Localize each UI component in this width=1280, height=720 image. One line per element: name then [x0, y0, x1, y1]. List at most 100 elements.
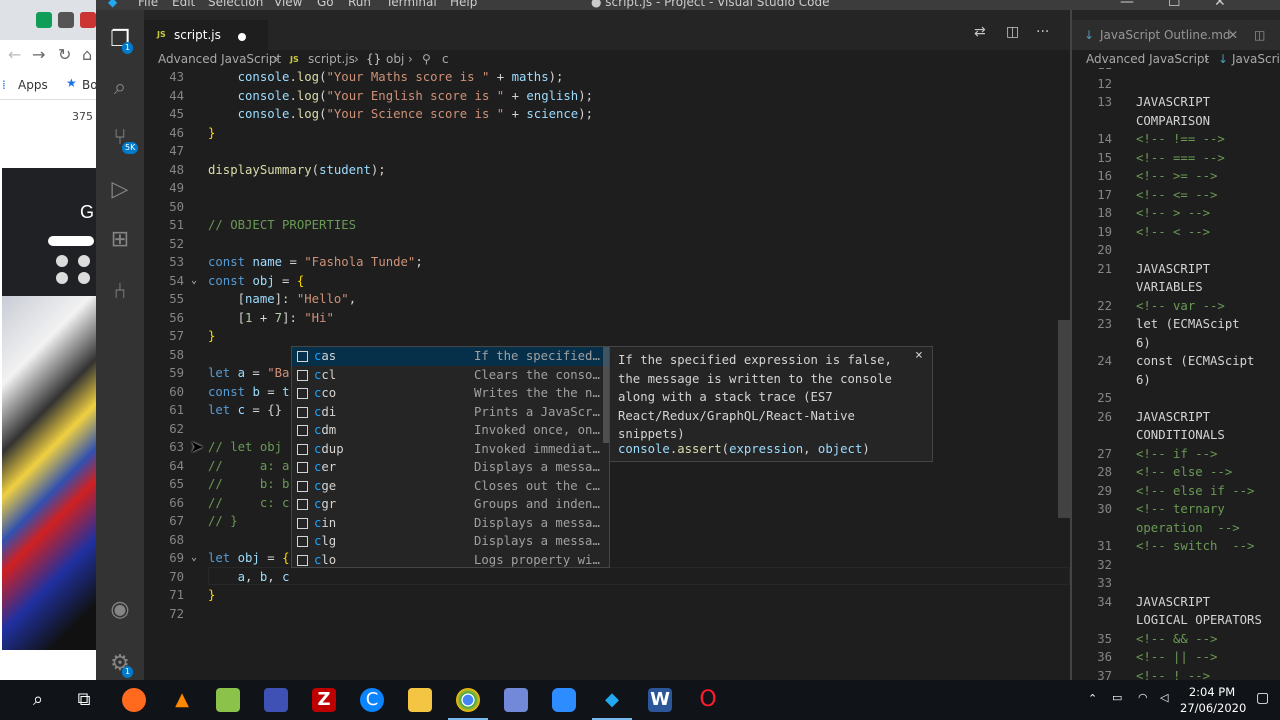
unsaved-indicator-icon[interactable] — [238, 33, 246, 41]
minimize-icon[interactable]: — — [1120, 0, 1134, 10]
code-line[interactable]: 56 [1 + 7]: "Hi" — [144, 309, 1070, 328]
breadcrumb-folder[interactable]: Advanced JavaScript — [158, 52, 281, 66]
filezilla-icon[interactable]: Z — [312, 688, 336, 712]
bookmark-apps[interactable]: Apps — [18, 78, 48, 92]
markdown-line[interactable]: 18 <!-- > --> — [1072, 204, 1280, 223]
account-icon[interactable]: ◉ — [106, 596, 134, 624]
markdown-line[interactable]: 29 <!-- else if --> — [1072, 482, 1280, 501]
code-line[interactable]: 48 displaySummary(student); — [144, 161, 1070, 180]
menu-selection[interactable]: Selection — [208, 0, 263, 9]
menu-edit[interactable]: Edit — [172, 0, 195, 9]
home-icon[interactable]: ⌂ — [82, 45, 92, 64]
battery-icon[interactable]: ▭ — [1112, 691, 1122, 704]
notification-icon[interactable]: ▢ — [1256, 690, 1269, 706]
background-browser-window[interactable]: ← → ↻ ⌂ ⁞ Apps ★ Bo 375 G — [0, 0, 96, 680]
apps-grid-icon[interactable]: ⁞ — [2, 78, 6, 92]
menu-run[interactable]: Run — [348, 0, 371, 9]
breadcrumb-folder[interactable]: Advanced JavaScript — [1086, 52, 1209, 66]
markdown-line[interactable]: 13 JAVASCRIPT — [1072, 93, 1280, 112]
suggestion-item[interactable]: cdm Invoked once, on… — [292, 421, 609, 440]
editor-scrollbar-thumb[interactable] — [1058, 320, 1070, 518]
fold-chevron-icon[interactable]: ⌄ — [191, 549, 197, 568]
suggestion-item[interactable]: clg Displays a messa… — [292, 532, 609, 551]
code-line[interactable]: 72 — [144, 605, 1070, 624]
suggestion-item[interactable]: clo Logs property wi… — [292, 551, 609, 570]
close-details-icon[interactable]: × — [915, 347, 923, 366]
markdown-line[interactable]: 35 <!-- && --> — [1072, 630, 1280, 649]
code-line[interactable]: 51 // OBJECT PROPERTIES — [144, 216, 1070, 235]
markdown-line[interactable]: 14 <!-- !== --> — [1072, 130, 1280, 149]
code-line[interactable]: 49 — [144, 179, 1070, 198]
code-line[interactable]: 70 a, b, c — [144, 568, 1070, 587]
markdown-line[interactable]: 16 <!-- >= --> — [1072, 167, 1280, 186]
markdown-line[interactable]: 31 <!-- switch --> — [1072, 537, 1280, 556]
markdown-line[interactable]: 33 — [1072, 574, 1280, 593]
word-icon[interactable]: W — [648, 688, 672, 712]
code-line[interactable]: 55 [name]: "Hello", — [144, 290, 1070, 309]
code-line[interactable]: 45 console.log("Your Science score is " … — [144, 105, 1070, 124]
markdown-line[interactable]: 25 — [1072, 389, 1280, 408]
task-view-icon[interactable]: ⧉ — [72, 688, 96, 712]
chrome-icon[interactable] — [456, 688, 480, 712]
suggestion-item[interactable]: cas If the specified… — [292, 347, 609, 366]
browser-c-icon[interactable]: C — [360, 688, 384, 712]
code-line[interactable]: 53 const name = "Fashola Tunde"; — [144, 253, 1070, 272]
extensions-icon[interactable]: ⊞ — [106, 226, 134, 254]
suggestion-item[interactable]: cer Displays a messa… — [292, 458, 609, 477]
code-line[interactable]: 43 console.log("Your Maths score is " + … — [144, 68, 1070, 87]
markdown-line[interactable]: 37 <!-- ! --> — [1072, 667, 1280, 681]
suggestion-item[interactable]: cco Writes the the n… — [292, 384, 609, 403]
markdown-line[interactable]: 15 <!-- === --> — [1072, 149, 1280, 168]
menu-help[interactable]: Help — [450, 0, 477, 9]
taskbar-clock[interactable]: 2:04 PM 27/06/2020 — [1180, 684, 1246, 716]
vscode-icon[interactable]: ◆ — [600, 688, 624, 712]
discord-icon[interactable] — [504, 688, 528, 712]
suggestion-item[interactable]: cin Displays a messa… — [292, 514, 609, 533]
split-editor-icon[interactable]: ◫ — [1006, 24, 1019, 40]
markdown-line[interactable]: COMPARISON — [1072, 112, 1280, 131]
forward-icon[interactable]: → — [32, 45, 45, 64]
markdown-line[interactable]: 30 <!-- ternary — [1072, 500, 1280, 519]
search-icon[interactable]: ⌕ — [106, 74, 134, 102]
markdown-line[interactable]: 6) — [1072, 334, 1280, 353]
remote-explorer-icon[interactable]: ⑃ — [106, 278, 134, 306]
markdown-line[interactable]: 34 JAVASCRIPT — [1072, 593, 1280, 612]
code-line[interactable]: 57} — [144, 327, 1070, 346]
shortcut-tile[interactable] — [78, 272, 90, 284]
markdown-line[interactable]: 21 JAVASCRIPT — [1072, 260, 1280, 279]
shortcut-tile[interactable] — [56, 272, 68, 284]
google-search-box[interactable] — [48, 236, 94, 246]
autocomplete-suggestion-list[interactable]: cas If the specified… ccl Clears the conso…… — [291, 346, 610, 568]
suggestion-item[interactable]: cgr Groups and inden… — [292, 495, 609, 514]
menu-terminal[interactable]: Terminal — [386, 0, 437, 9]
star-icon[interactable]: ★ — [66, 76, 77, 90]
markdown-line[interactable]: 19 <!-- < --> — [1072, 223, 1280, 242]
code-line[interactable]: 47 — [144, 142, 1070, 161]
markdown-line[interactable]: 23 let (ECMAScipt — [1072, 315, 1280, 334]
breadcrumb-symbol-c[interactable]: c — [442, 52, 449, 66]
close-tab-icon[interactable]: ✕ — [1228, 28, 1238, 42]
code-line[interactable]: 54 ⌄ const obj = { — [144, 272, 1070, 291]
sheets-tab-icon[interactable] — [36, 12, 52, 28]
close-icon[interactable]: ✕ — [1214, 0, 1226, 10]
markdown-line[interactable]: 28 <!-- else --> — [1072, 463, 1280, 482]
fold-chevron-icon[interactable]: ⌄ — [191, 272, 197, 291]
markdown-line[interactable]: operation --> — [1072, 519, 1280, 538]
menu-file[interactable]: File — [138, 0, 158, 9]
markdown-editor[interactable]: 111213JAVASCRIPTCOMPARISON14<!-- !== -->… — [1072, 68, 1280, 680]
suggestion-item[interactable]: ccl Clears the conso… — [292, 366, 609, 385]
maximize-icon[interactable]: ☐ — [1168, 0, 1181, 10]
markdown-line[interactable]: CONDITIONALS — [1072, 426, 1280, 445]
code-line[interactable]: 46} — [144, 124, 1070, 143]
shortcut-tile[interactable] — [56, 255, 68, 267]
browser-tab-icon[interactable] — [80, 12, 96, 28]
breadcrumb-file[interactable]: script.js — [308, 52, 355, 66]
code-line[interactable]: 52 — [144, 235, 1070, 254]
markdown-line[interactable]: 20 — [1072, 241, 1280, 260]
opera-icon[interactable]: O — [696, 688, 720, 712]
suggestion-item[interactable]: cdup Invoked immediat… — [292, 440, 609, 459]
more-actions-icon[interactable]: ··· — [1036, 24, 1049, 40]
markdown-line[interactable]: 17 <!-- <= --> — [1072, 186, 1280, 205]
volume-icon[interactable]: ◁ — [1160, 691, 1168, 704]
suggestion-item[interactable]: cdi Prints a JavaScr… — [292, 403, 609, 422]
